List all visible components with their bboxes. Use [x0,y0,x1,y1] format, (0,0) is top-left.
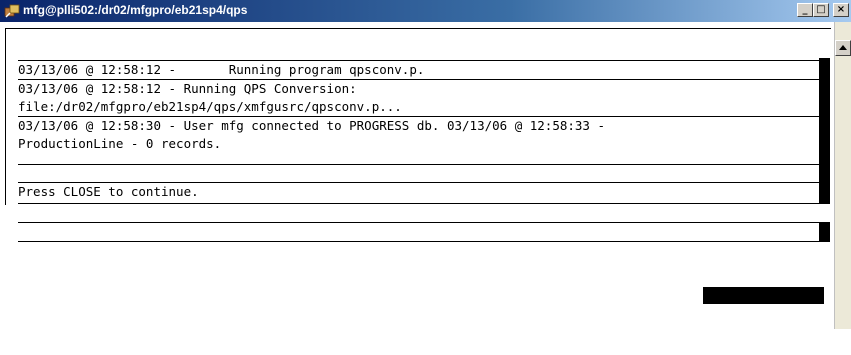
log-line: ProductionLine - 0 records. [18,136,222,151]
input-cursor [819,223,830,241]
terminal-app-icon [4,4,20,18]
close-window-button[interactable]: × [833,3,849,17]
log-line: 03/13/06 @ 12:58:30 - User mfg connected… [18,118,605,133]
minimize-button[interactable]: _ [797,3,813,17]
log-line: Press CLOSE to continue. [18,184,199,199]
log-line: 03/13/06 @ 12:58:12 - Running program qp… [18,62,425,77]
window-titlebar[interactable]: mfg@plli502:/dr02/mfgpro/eb21sp4/qps _ □… [0,0,851,22]
close-button[interactable]: < Close > [703,287,824,354]
command-input-field[interactable] [18,222,830,242]
chevron-left-icon: < [705,305,713,320]
window-title: mfg@plli502:/dr02/mfgpro/eb21sp4/qps [23,3,248,17]
chevron-right-icon: > [812,339,820,354]
close-button-label: Close [729,322,767,337]
scroll-up-arrow-icon[interactable] [835,40,851,56]
log-line: file:/dr02/mfgpro/eb21sp4/qps/xmfgusrc/q… [18,99,402,114]
window-vertical-scrollbar[interactable] [834,22,851,329]
maximize-button[interactable]: □ [813,3,829,17]
log-line: 03/13/06 @ 12:58:12 - Running QPS Conver… [18,81,357,96]
log-divider [18,203,820,204]
log-scrollbar-thumb[interactable] [819,58,830,204]
